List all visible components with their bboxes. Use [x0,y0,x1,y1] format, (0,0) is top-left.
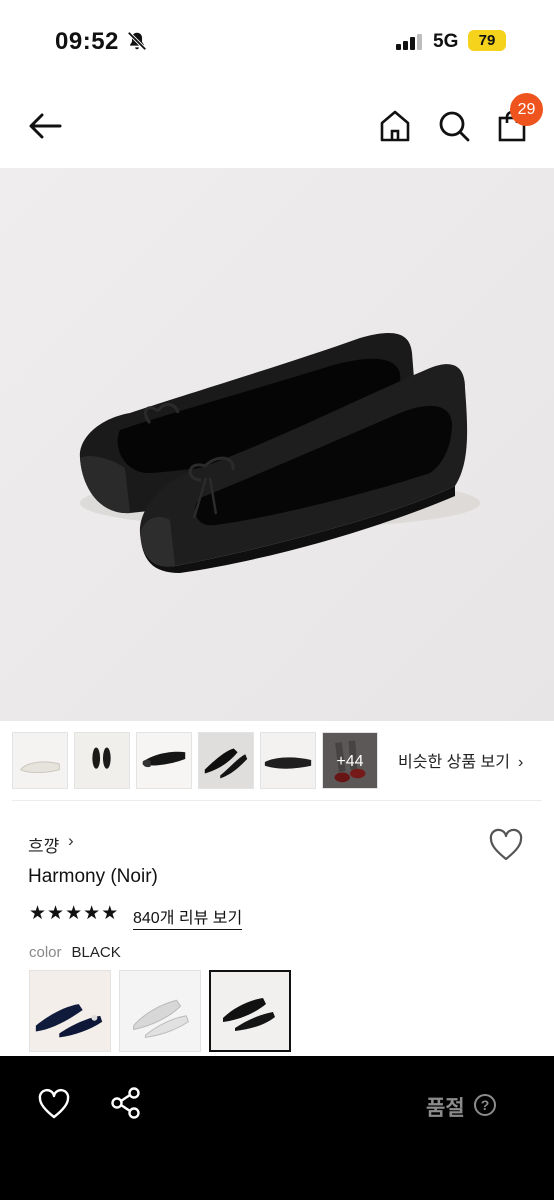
soldout-label: 품절 [426,1097,465,1120]
color-value: BLACK [71,944,121,961]
thumbnail[interactable] [74,732,130,789]
signal-icon [396,34,422,50]
chevron-right-icon: › [517,754,524,771]
back-arrow-icon[interactable] [26,108,64,144]
similar-products-label: 비슷한 상품 보기 [398,754,510,771]
product-title: Harmony (Noir) [28,866,158,887]
battery-indicator: 79 [468,30,506,51]
brand-name[interactable]: 흐꺙 [28,832,59,857]
heart-icon[interactable] [488,828,524,862]
status-bar: 09:52 5G 79 [0,0,554,84]
star-icon: ★ [83,903,101,924]
thumbnail[interactable] [136,732,192,789]
color-option[interactable] [29,970,111,1052]
thumbnail[interactable] [260,732,316,789]
product-main-image[interactable] [0,168,554,721]
more-images-count: +44 [336,753,364,770]
heart-icon[interactable] [37,1088,71,1120]
star-icon: ★ [65,903,83,924]
star-icon: ★ [29,903,47,924]
thumbnail[interactable] [12,732,68,789]
star-icon: ★ [101,903,119,924]
top-nav: 29 [0,84,554,168]
more-images-thumbnail[interactable]: +44 [322,732,378,789]
help-icon[interactable]: ? [474,1094,496,1116]
reviews-link[interactable]: 840개 리뷰 보기 [133,904,243,930]
share-icon[interactable] [110,1086,142,1120]
rating-stars: ★★★★★ [29,904,119,924]
thumbnail[interactable] [198,732,254,789]
divider [12,800,542,801]
status-time: 09:52 [55,28,119,55]
search-icon[interactable] [437,108,471,144]
color-option-selected[interactable] [209,970,291,1052]
home-icon[interactable] [378,108,412,144]
star-icon: ★ [47,903,65,924]
bottom-action-bar: 품절 ? [0,1056,554,1200]
color-row: color BLACK [29,944,121,961]
similar-products-link[interactable]: 비슷한 상품 보기 › [398,748,523,772]
cart-count-badge: 29 [510,93,543,126]
network-type: 5G [433,31,459,52]
bell-off-icon [127,31,147,51]
chevron-right-icon: › [68,831,74,850]
color-option[interactable] [119,970,201,1052]
color-label: color [29,944,62,961]
